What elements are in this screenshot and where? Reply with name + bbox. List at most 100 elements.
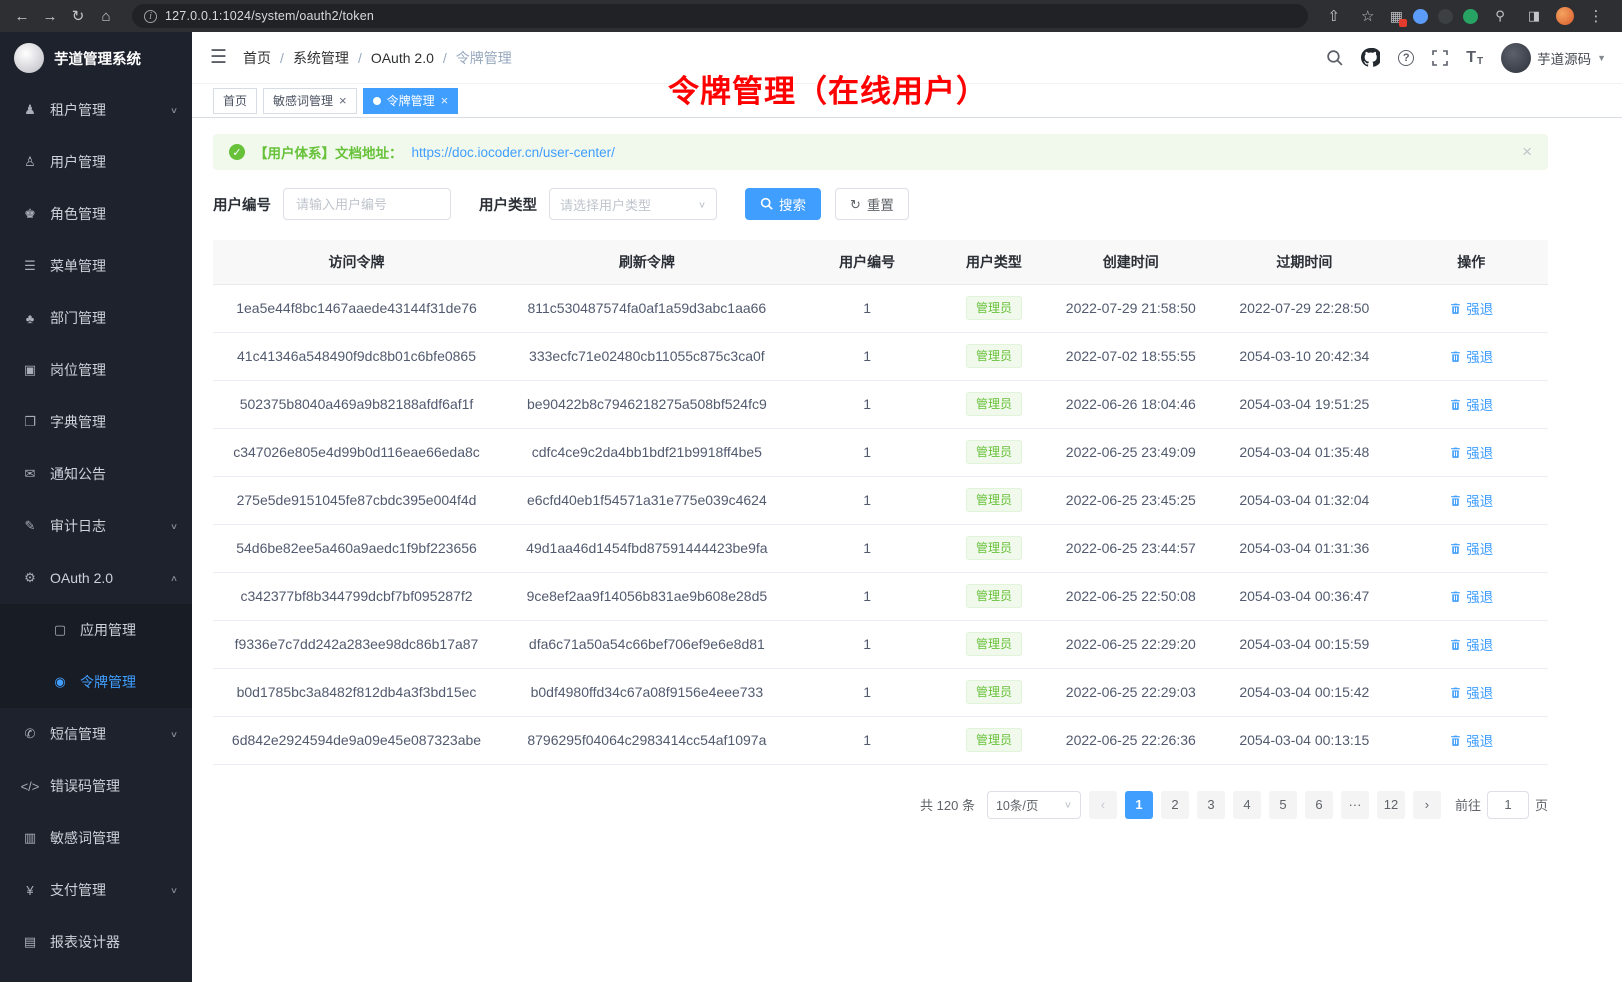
user-type-cell: 管理员 [941, 716, 1048, 764]
force-logout-button[interactable]: 强退 [1449, 394, 1493, 414]
sidebar-item[interactable]: ♚ 角色管理 [0, 188, 192, 240]
tab-close-icon[interactable]: × [339, 94, 347, 107]
delete-icon [1449, 686, 1462, 699]
header-search-icon[interactable] [1326, 49, 1343, 66]
browser-back-icon[interactable]: ← [10, 4, 34, 28]
force-logout-button[interactable]: 强退 [1449, 442, 1493, 462]
next-page-button[interactable]: › [1413, 791, 1441, 819]
user-menu[interactable]: 芋道源码 ▼ [1501, 43, 1606, 73]
help-icon[interactable]: ? [1398, 50, 1414, 66]
chevron-down-icon: ∨ [698, 199, 706, 209]
github-icon[interactable] [1361, 48, 1380, 67]
menu-item-label: 菜单管理 [50, 256, 178, 276]
sidebar-item[interactable]: ▤报表设计器 [0, 916, 192, 968]
page-buttons: 123456···12 [1125, 791, 1405, 819]
delete-icon [1449, 446, 1462, 459]
browser-home-icon[interactable]: ⌂ [94, 4, 118, 28]
sidebar-item[interactable]: ✆短信管理∨ [0, 708, 192, 760]
user-type-cell: 管理员 [941, 572, 1048, 620]
browser-forward-icon[interactable]: → [38, 4, 62, 28]
search-button[interactable]: 搜索 [745, 188, 821, 220]
fullscreen-icon[interactable] [1432, 50, 1448, 66]
sms-icon: ✆ [20, 726, 40, 742]
user-type-placeholder: 请选择用户类型 [560, 195, 651, 214]
column-header: 操作 [1394, 240, 1548, 284]
force-logout-button[interactable]: 强退 [1449, 298, 1493, 318]
bookmark-star-icon[interactable]: ☆ [1356, 4, 1380, 28]
menu-item-label: 角色管理 [50, 204, 178, 224]
chevron-down-icon: ∨ [170, 729, 178, 739]
sidebar-item[interactable]: ❐字典管理 [0, 396, 192, 448]
extension-green-icon[interactable] [1463, 9, 1478, 24]
role-icon: ♚ [20, 206, 40, 222]
browser-refresh-icon[interactable]: ↻ [66, 4, 90, 28]
page-button[interactable]: 5 [1269, 791, 1297, 819]
sidebar-item[interactable]: ¥支付管理∨ [0, 864, 192, 916]
alert-doc-link[interactable]: https://doc.iocoder.cn/user-center/ [412, 145, 615, 160]
search-button-label: 搜索 [779, 194, 806, 214]
sidebar-item[interactable]: ▥敏感词管理 [0, 812, 192, 864]
page-button[interactable]: 3 [1197, 791, 1225, 819]
extension-dark-icon[interactable] [1438, 9, 1453, 24]
page-button[interactable]: 12 [1377, 791, 1405, 819]
browser-menu-icon[interactable]: ⋮ [1584, 4, 1608, 28]
sidebar-item[interactable]: ✎审计日志∨ [0, 500, 192, 552]
page-button[interactable]: 2 [1161, 791, 1189, 819]
page-button[interactable]: 1 [1125, 791, 1153, 819]
share-icon[interactable]: ⇧ [1322, 4, 1346, 28]
extension-blue-icon[interactable] [1413, 9, 1428, 24]
force-logout-button[interactable]: 强退 [1449, 634, 1493, 654]
force-logout-button[interactable]: 强退 [1449, 538, 1493, 558]
force-logout-button[interactable]: 强退 [1449, 346, 1493, 366]
sidebar-item[interactable]: ✉通知公告 [0, 448, 192, 500]
extension-badged-icon[interactable]: ▦ [1390, 8, 1403, 25]
table-header-row: 访问令牌刷新令牌用户编号用户类型创建时间过期时间操作 [213, 240, 1548, 284]
more-pages-button[interactable]: ··· [1341, 791, 1369, 819]
font-size-icon[interactable]: TT [1466, 49, 1483, 67]
created-time-cell: 2022-06-25 22:29:20 [1047, 620, 1214, 668]
goto-page-input[interactable] [1487, 791, 1529, 819]
sidebar-subitem[interactable]: ◉令牌管理 [0, 656, 192, 708]
breadcrumb-item[interactable]: 首页 [243, 48, 271, 68]
table-row: 54d6be82ee5a460a9aedc1f9bf22365649d1aa46… [213, 524, 1548, 572]
sidebar-item[interactable]: ⚙OAuth 2.0∧ [0, 552, 192, 604]
sidebar-item[interactable]: ♙用户管理 [0, 136, 192, 188]
sidebar-item[interactable]: ☰菜单管理 [0, 240, 192, 292]
extensions-puzzle-icon[interactable]: ⚲ [1488, 4, 1512, 28]
prev-page-button[interactable]: ‹ [1089, 791, 1117, 819]
force-logout-button[interactable]: 强退 [1449, 730, 1493, 750]
user-id-input[interactable] [283, 188, 451, 220]
split-view-icon[interactable]: ◨ [1522, 4, 1546, 28]
tab-首页[interactable]: 首页 [213, 88, 257, 114]
page-button[interactable]: 4 [1233, 791, 1261, 819]
breadcrumb-item[interactable]: OAuth 2.0 [371, 50, 434, 66]
column-header: 用户类型 [941, 240, 1048, 284]
tab-敏感词管理[interactable]: 敏感词管理× [263, 88, 357, 114]
app-logo[interactable]: 芋道管理系统 [0, 32, 192, 84]
user-type-select[interactable]: 请选择用户类型 ∨ [549, 188, 717, 220]
page-size-select[interactable]: 10条/页 ∨ [987, 791, 1081, 819]
sidebar-subitem[interactable]: ▢应用管理 [0, 604, 192, 656]
page-button[interactable]: 6 [1305, 791, 1333, 819]
token-management-icon: ◉ [50, 674, 70, 690]
alert-close-icon[interactable]: × [1522, 142, 1532, 162]
tab-令牌管理[interactable]: 令牌管理× [363, 88, 459, 114]
breadcrumb-item[interactable]: 系统管理 [293, 48, 349, 68]
chevron-down-icon: ∨ [170, 105, 178, 115]
pagination-total: 共 120 条 [920, 795, 975, 814]
address-bar[interactable]: i 127.0.0.1:1024/system/oauth2/token [132, 4, 1308, 28]
created-time-cell: 2022-06-26 18:04:46 [1047, 380, 1214, 428]
browser-profile-avatar[interactable] [1556, 7, 1574, 25]
force-logout-button[interactable]: 强退 [1449, 490, 1493, 510]
sidebar-item[interactable]: ♟租户管理∨ [0, 84, 192, 136]
site-info-icon[interactable]: i [144, 10, 157, 23]
force-logout-button[interactable]: 强退 [1449, 682, 1493, 702]
sidebar-item[interactable]: ▣岗位管理 [0, 344, 192, 396]
sidebar-item[interactable]: </>错误码管理 [0, 760, 192, 812]
tab-close-icon[interactable]: × [441, 94, 449, 107]
reset-button[interactable]: ↻ 重置 [835, 188, 909, 220]
hamburger-icon[interactable]: ☰ [210, 46, 227, 69]
sidebar-item[interactable]: ♣部门管理 [0, 292, 192, 344]
user-type-badge: 管理员 [966, 488, 1022, 512]
force-logout-button[interactable]: 强退 [1449, 586, 1493, 606]
